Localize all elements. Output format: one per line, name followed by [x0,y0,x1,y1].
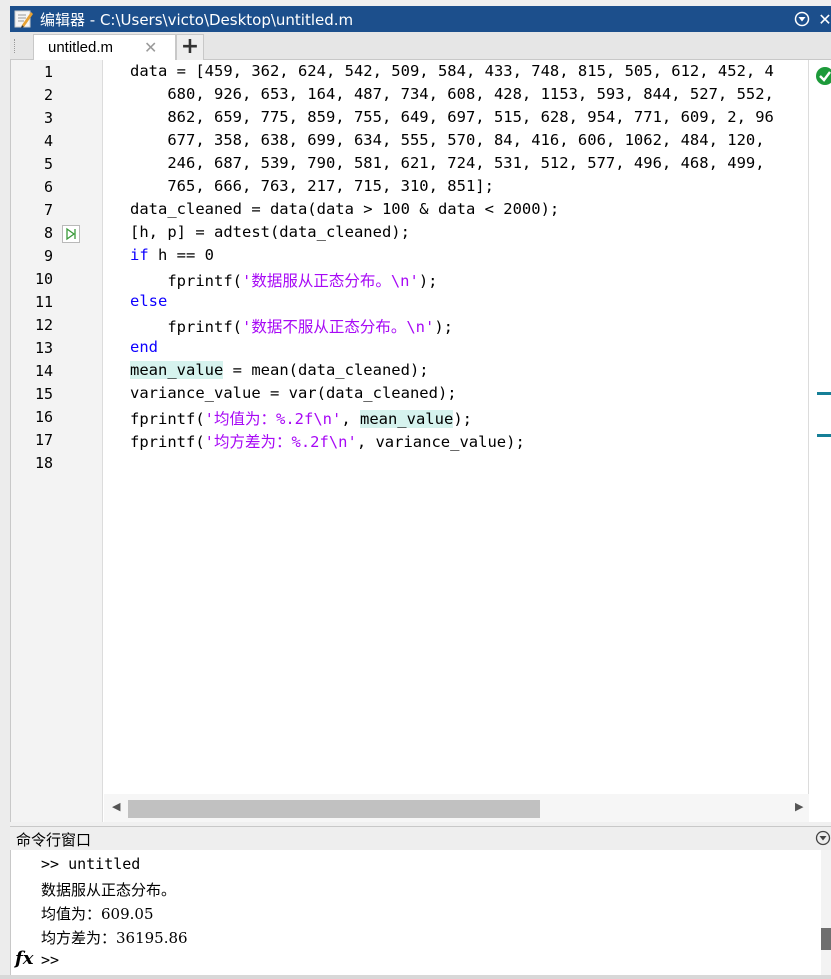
code-token: , variance_value); [356,433,525,451]
code-token: = mean(data_cleaned); [223,361,429,379]
command-window-header: 命令行窗口 [10,826,831,850]
vertical-scrollbar[interactable] [821,850,831,979]
function-browser-icon[interactable]: fx [15,948,33,969]
code-token: ); [453,410,472,428]
code-token: h == 0 [148,246,214,264]
code-line: fprintf('数据不服从正态分布。\n'); [130,315,453,337]
line-number: 9 [43,247,53,265]
line-number-gutter: 1 2 3 4 5 6 7 8 9 10 11 12 13 14 15 16 1… [11,60,103,822]
code-token: fprintf( [130,318,242,336]
line-number: 17 [34,431,53,449]
line-number: 15 [34,385,53,403]
line-number: 18 [34,454,53,472]
highlight-marker[interactable] [817,434,831,437]
code-line: data = [459, 362, 624, 542, 509, 584, 43… [130,62,774,80]
code-line: fprintf('均值为：%.2f\n', mean_value); [130,407,472,429]
scrollbar-thumb[interactable] [128,800,540,818]
tab-label: untitled.m [48,39,114,56]
command-output-line: 均值为：609.05 [41,905,154,923]
line-number: 1 [43,63,53,81]
code-token: fprintf( [130,433,205,451]
status-bar [0,975,831,979]
line-number: 16 [34,408,53,426]
highlighted-variable: mean_value [130,361,224,379]
code-token: ); [434,318,453,336]
line-number: 5 [43,155,53,173]
scrollbar-thumb[interactable] [821,928,831,950]
window-title: 编辑器 - C:\Users\victo\Desktop\untitled.m [40,10,354,29]
line-number: 14 [34,362,53,380]
new-tab-button[interactable]: + [176,34,204,60]
code-line: variance_value = var(data_cleaned); [130,384,457,402]
run-section-icon[interactable] [62,225,80,243]
code-line: else [130,292,167,310]
panel-menu-icon[interactable] [792,9,812,29]
highlighted-variable: mean_value [359,410,454,428]
command-window-title: 命令行窗口 [16,831,92,849]
code-line: 246, 687, 539, 790, 581, 621, 724, 531, … [130,154,765,172]
close-editor-icon[interactable]: ✕ [815,9,831,29]
tab-grip-handle[interactable] [14,39,16,53]
line-number: 6 [43,178,53,196]
check-circle-icon[interactable] [815,66,831,86]
line-number: 8 [43,224,53,242]
highlight-marker[interactable] [817,392,831,395]
string-literal: '均方差为：%.2f\n' [204,433,357,451]
string-literal: '均值为：%.2f\n' [204,410,342,428]
line-number: 7 [43,201,53,219]
scroll-right-icon[interactable]: ▶ [795,800,803,813]
code-token: ); [418,272,438,290]
line-number: 3 [43,109,53,127]
tab-untitled-m[interactable]: untitled.m ✕ [33,34,176,61]
line-number: 12 [34,316,53,334]
line-number: 11 [34,293,53,311]
command-history-line: >> untitled [41,855,141,873]
command-prompt-input[interactable]: >> [41,951,59,969]
scroll-left-icon[interactable]: ◀ [112,800,120,813]
keyword-else: else [130,292,168,310]
code-line: [h, p] = adtest(data_cleaned); [130,223,410,241]
left-panel-edge [0,0,10,979]
code-line: 862, 659, 775, 859, 755, 649, 697, 515, … [130,108,774,126]
code-token: , [341,410,360,428]
code-analyzer-margin [808,60,831,822]
keyword-if: if [130,246,149,264]
code-token: fprintf( [130,410,205,428]
code-line: 680, 926, 653, 164, 487, 734, 608, 428, … [130,85,774,103]
code-line: data_cleaned = data(data > 100 & data < … [130,200,560,218]
code-editor: 1 2 3 4 5 6 7 8 9 10 11 12 13 14 15 16 1… [10,60,831,822]
horizontal-scrollbar[interactable]: ◀ ▶ [104,794,809,822]
command-output-line: 均方差为：36195.86 [41,929,188,947]
command-window[interactable]: >> untitled 数据服从正态分布。 均值为：609.05 均方差为：36… [10,850,831,979]
code-line: 677, 358, 638, 699, 634, 555, 570, 84, 4… [130,131,765,149]
command-output-line: 数据服从正态分布。 [41,881,177,899]
tab-close-icon[interactable]: ✕ [144,38,157,57]
code-line: fprintf('数据服从正态分布。\n'); [130,269,437,291]
keyword-end: end [130,338,158,356]
editor-tab-strip: untitled.m ✕ + [10,32,831,61]
code-line: 765, 666, 763, 217, 715, 310, 851]; [130,177,494,195]
code-token: fprintf( [130,272,242,290]
string-literal: '数据服从正态分布。\n' [241,272,419,290]
string-literal: '数据不服从正态分布。\n' [241,318,435,336]
line-number: 13 [34,339,53,357]
line-number: 4 [43,132,53,150]
code-line: if h == 0 [130,246,214,264]
line-number: 10 [34,270,53,288]
code-line: fprintf('均方差为：%.2f\n', variance_value); [130,430,525,452]
code-text-area[interactable]: data = [459, 362, 624, 542, 509, 584, 43… [104,60,809,794]
code-line: end [130,338,158,356]
editor-app-icon [14,10,33,28]
editor-titlebar: 编辑器 - C:\Users\victo\Desktop\untitled.m … [10,6,831,32]
panel-menu-icon[interactable] [815,830,831,846]
line-number: 2 [43,86,53,104]
code-line: mean_value = mean(data_cleaned); [130,361,429,379]
